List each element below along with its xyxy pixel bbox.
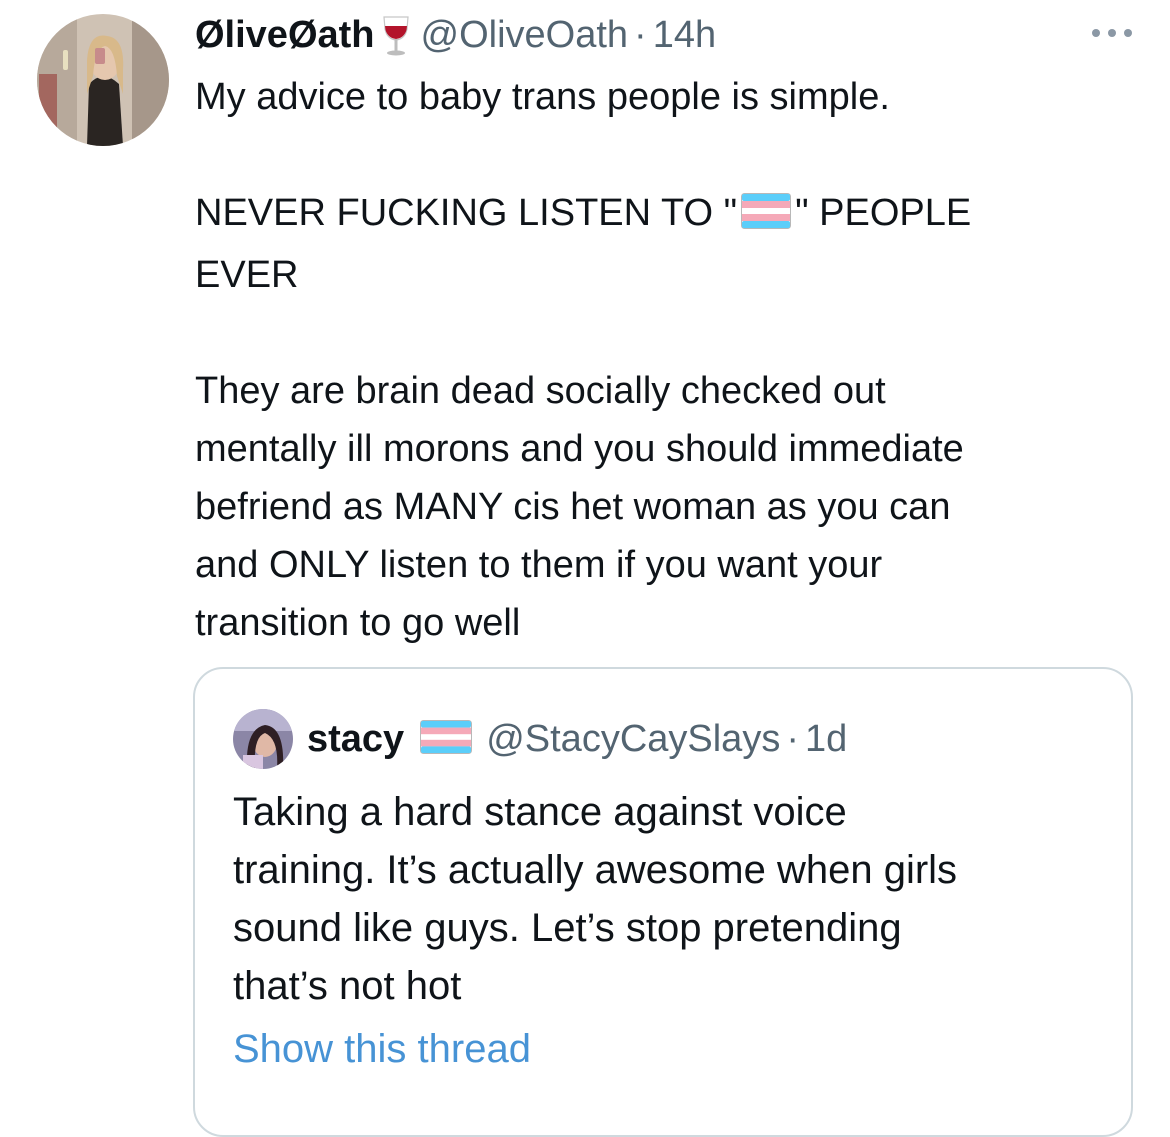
quoted-tweet-line: training. It’s actually awesome when gir… (233, 848, 958, 892)
tweet-line: mentally ill morons and you should immed… (195, 428, 964, 470)
tweet-line: befriend as MANY cis het woman as you ca… (195, 486, 951, 528)
separator-dot: · (634, 13, 647, 56)
quoted-author-avatar[interactable] (233, 709, 293, 769)
author-avatar-image (37, 14, 169, 146)
tweet-line: They are brain dead socially checked out (195, 370, 886, 412)
tweet-line-segment: " PEOPLE (795, 192, 972, 234)
quoted-tweet-timestamp[interactable]: 1d (805, 718, 847, 761)
quoted-tweet-header: stacy @StacyCaySlays · 1d (233, 709, 847, 769)
quoted-tweet-text: Taking a hard stance against voice train… (233, 783, 1093, 1015)
wine-glass-icon (381, 15, 411, 56)
tweet-line-segment: NEVER FUCKING LISTEN TO " (195, 192, 738, 234)
tweet-header: ØliveØath @OliveOath · 14h (195, 10, 716, 60)
trans-flag-icon (741, 188, 792, 246)
tweet-line: My advice to baby trans people is simple… (195, 76, 890, 118)
tweet-line: transition to go well (195, 602, 521, 644)
author-display-name[interactable]: ØliveØath (195, 14, 375, 57)
trans-flag-icon (420, 719, 473, 759)
show-thread-link[interactable]: Show this thread (233, 1027, 531, 1072)
more-dot (1092, 29, 1100, 37)
tweet-line: EVER (195, 254, 299, 296)
quoted-avatar-image (233, 709, 293, 769)
separator-dot: · (786, 717, 799, 760)
quoted-author-handle[interactable]: @StacyCaySlays (486, 718, 780, 761)
author-handle[interactable]: @OliveOath (421, 14, 629, 57)
quoted-tweet-line: that’s not hot (233, 964, 462, 1008)
tweet-line: and ONLY listen to them if you want your (195, 544, 883, 586)
quoted-author-display-name[interactable]: stacy (307, 718, 404, 761)
tweet-text: My advice to baby trans people is simple… (195, 68, 1145, 652)
quoted-tweet-line: Taking a hard stance against voice (233, 790, 847, 834)
more-options-icon[interactable] (1092, 26, 1132, 40)
tweet-line: NEVER FUCKING LISTEN TO " " PEOPLE (195, 184, 1145, 246)
quoted-tweet-line: sound like guys. Let’s stop pretending (233, 906, 902, 950)
more-dot (1108, 29, 1116, 37)
more-dot (1124, 29, 1132, 37)
quoted-tweet-card[interactable]: stacy @StacyCaySlays · 1d Taking a hard … (193, 667, 1133, 1137)
tweet-timestamp[interactable]: 14h (653, 14, 716, 57)
author-avatar[interactable] (37, 14, 169, 146)
